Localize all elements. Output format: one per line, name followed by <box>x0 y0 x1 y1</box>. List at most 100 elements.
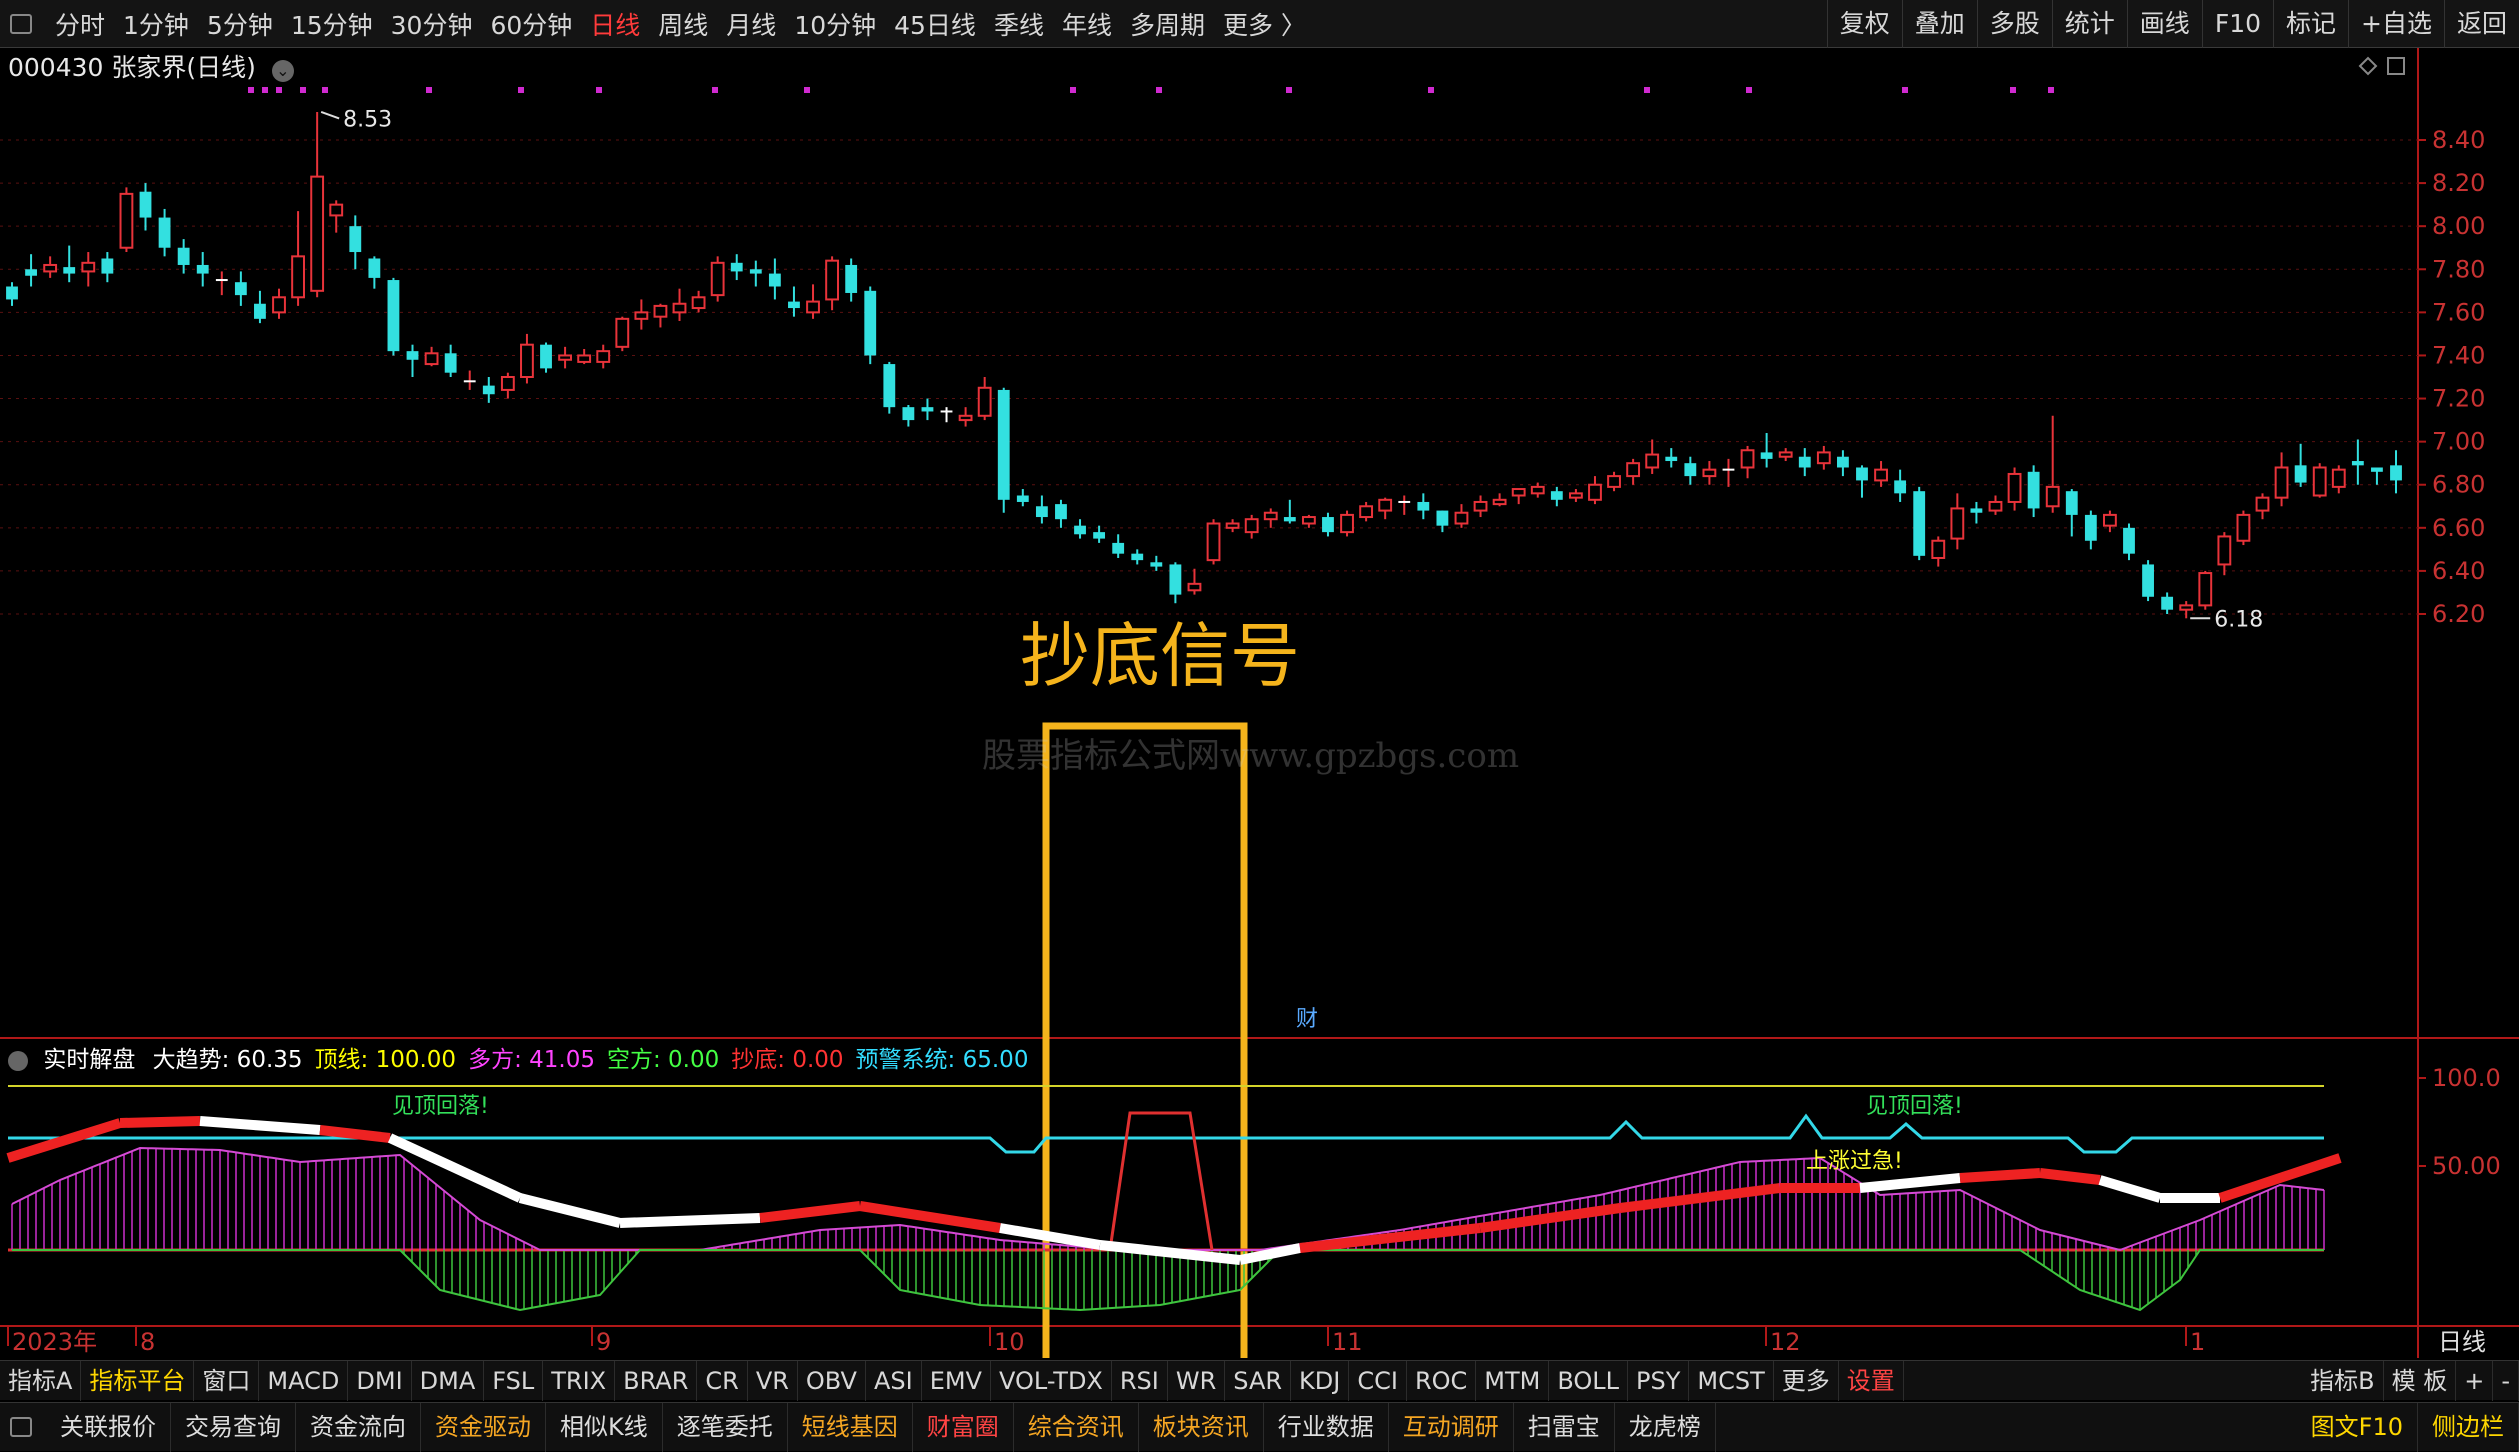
indicator-tab[interactable]: RSI <box>1112 1360 1168 1401</box>
function-tab[interactable]: 板块资讯 <box>1139 1402 1264 1452</box>
candle-up <box>1988 500 2003 512</box>
function-tab[interactable]: 交易查询 <box>171 1402 296 1452</box>
function-tab[interactable]: 资金驱动 <box>421 1402 546 1452</box>
indicator-tab-right[interactable]: - <box>2493 1360 2519 1401</box>
period-tab[interactable]: 45日线 <box>885 6 985 42</box>
dropdown-icon[interactable]: ⌄ <box>271 60 294 82</box>
indicator-tab-right[interactable]: 指标B <box>2302 1360 2384 1401</box>
signal-dot <box>262 87 268 93</box>
function-tab[interactable]: 综合资讯 <box>1014 1402 1139 1452</box>
candle-up <box>710 261 725 297</box>
function-tab[interactable]: 龙虎榜 <box>1615 1402 1716 1452</box>
function-tab[interactable]: 逐笔委托 <box>663 1402 788 1452</box>
indicator-tab[interactable]: TRIX <box>543 1360 616 1401</box>
indicator-tab[interactable]: EMV <box>922 1360 991 1401</box>
signal-dot <box>804 87 810 93</box>
time-label: 1 <box>2190 1328 2205 1356</box>
function-tab[interactable]: 财富圈 <box>913 1402 1014 1452</box>
function-tab[interactable]: 行业数据 <box>1264 1402 1389 1452</box>
period-tab[interactable]: 多周期 <box>1121 6 1214 42</box>
function-tab-right[interactable]: 侧边栏 <box>2418 1402 2519 1452</box>
period-tab[interactable]: 10分钟 <box>785 6 885 42</box>
indicator-tab[interactable]: SAR <box>1225 1360 1292 1401</box>
candle-down <box>1074 525 1086 535</box>
kline-chart[interactable]: 8.40 8.20 8.00 7.80 7.60 7.40 7.20 7.00 6.80 6.60… <box>0 48 2519 1358</box>
indicator-tab[interactable]: FSL <box>484 1360 544 1401</box>
indicator-tab[interactable]: OBV <box>798 1360 866 1401</box>
window-menu-icon[interactable] <box>10 13 32 34</box>
indicator-tab[interactable]: VR <box>748 1360 798 1401</box>
indicator-axis-label: 100.0 <box>2432 1064 2501 1092</box>
indicator-tab[interactable]: 更多 <box>1774 1360 1839 1401</box>
toolbar-button[interactable]: +自选 <box>2348 0 2444 48</box>
period-tab[interactable]: 30分钟 <box>382 6 482 42</box>
indicator-tab[interactable]: 指标平台 <box>81 1360 195 1401</box>
indicator-tab[interactable]: MACD <box>259 1360 349 1401</box>
function-tab-right[interactable]: 图文F10 <box>2297 1402 2418 1452</box>
period-tab[interactable]: 日线 <box>581 6 649 42</box>
candle-up <box>2007 472 2022 503</box>
price-label: 6.80 <box>2432 471 2485 499</box>
period-tab[interactable]: 1分钟 <box>114 6 198 42</box>
indicator-tab[interactable]: CCI <box>1349 1360 1407 1401</box>
collapse-icon[interactable] <box>8 1050 28 1071</box>
function-tab[interactable]: 关联报价 <box>46 1402 171 1452</box>
indicator-tab[interactable]: BRAR <box>615 1360 698 1401</box>
candle-up <box>577 354 592 363</box>
function-tab[interactable]: 扫雷宝 <box>1514 1402 1615 1452</box>
signal-dot <box>426 87 432 93</box>
indicator-tab[interactable]: DMA <box>412 1360 485 1401</box>
indicator-tab[interactable]: DMI <box>348 1360 412 1401</box>
price-label: 7.40 <box>2432 341 2485 369</box>
toolbar-button[interactable]: F10 <box>2201 0 2273 48</box>
period-tab[interactable]: 年线 <box>1053 6 1121 42</box>
period-tab[interactable]: 15分钟 <box>282 6 382 42</box>
candle-down <box>1035 506 1048 518</box>
indicator-tab[interactable]: 指标A <box>0 1360 82 1401</box>
indicator-tab[interactable]: 设置 <box>1839 1360 1904 1401</box>
function-tab[interactable]: 短线基因 <box>788 1402 913 1452</box>
indicator-tab[interactable]: ROC <box>1407 1360 1477 1401</box>
toolbar-button[interactable]: 统计 <box>2051 0 2127 48</box>
period-tab[interactable]: 月线 <box>717 6 785 42</box>
candle-up <box>977 386 992 417</box>
period-tab[interactable]: 周线 <box>649 6 717 42</box>
function-tab[interactable]: 资金流向 <box>296 1402 421 1452</box>
period-tab[interactable]: 更多 〉 <box>1214 6 1315 42</box>
candle-down <box>368 258 381 278</box>
toolbar-button[interactable]: 多股 <box>1976 0 2052 48</box>
candle-up <box>1645 453 1660 469</box>
chart-area[interactable]: 8.40 8.20 8.00 7.80 7.60 7.40 7.20 7.00 6.80 6.60… <box>0 48 2519 1358</box>
indicator-tab[interactable]: BOLL <box>1549 1360 1629 1401</box>
toolbar-button[interactable]: 返回 <box>2443 0 2519 48</box>
period-tab[interactable]: 分时 <box>46 6 114 42</box>
indicator-tab[interactable]: WR <box>1168 1360 1226 1401</box>
indicator-tab-right[interactable]: + <box>2456 1360 2494 1401</box>
indicator-tab-right[interactable]: 模 板 <box>2384 1360 2457 1401</box>
indicator-tab[interactable]: VOL-TDX <box>991 1360 1112 1401</box>
indicator-tab[interactable]: MTM <box>1476 1360 1550 1401</box>
candle-down <box>63 267 76 274</box>
indicator-tab[interactable]: PSY <box>1628 1360 1690 1401</box>
toolbar-button[interactable]: 叠加 <box>1901 0 1977 48</box>
candle-down <box>2390 465 2402 481</box>
period-tab[interactable]: 5分钟 <box>198 6 282 42</box>
signal-dot <box>1070 87 1076 93</box>
period-tab[interactable]: 季线 <box>985 6 1053 42</box>
function-tab[interactable]: 相似K线 <box>546 1402 663 1452</box>
time-label: 9 <box>596 1328 611 1356</box>
candle-down <box>921 407 934 412</box>
indicator-tab[interactable]: 窗口 <box>194 1360 260 1401</box>
panel-toggle-icon[interactable] <box>10 1417 32 1437</box>
candle-up <box>43 263 58 273</box>
function-tab[interactable]: 互动调研 <box>1389 1402 1514 1452</box>
toolbar-button[interactable]: 复权 <box>1826 0 1902 48</box>
price-label: 7.00 <box>2432 428 2485 456</box>
toolbar-button[interactable]: 画线 <box>2126 0 2202 48</box>
indicator-tab[interactable]: KDJ <box>1291 1360 1350 1401</box>
period-tab[interactable]: 60分钟 <box>481 6 581 42</box>
indicator-tab[interactable]: ASI <box>866 1360 922 1401</box>
indicator-tab[interactable]: CR <box>697 1360 748 1401</box>
toolbar-button[interactable]: 标记 <box>2273 0 2348 48</box>
indicator-tab[interactable]: MCST <box>1689 1360 1774 1401</box>
